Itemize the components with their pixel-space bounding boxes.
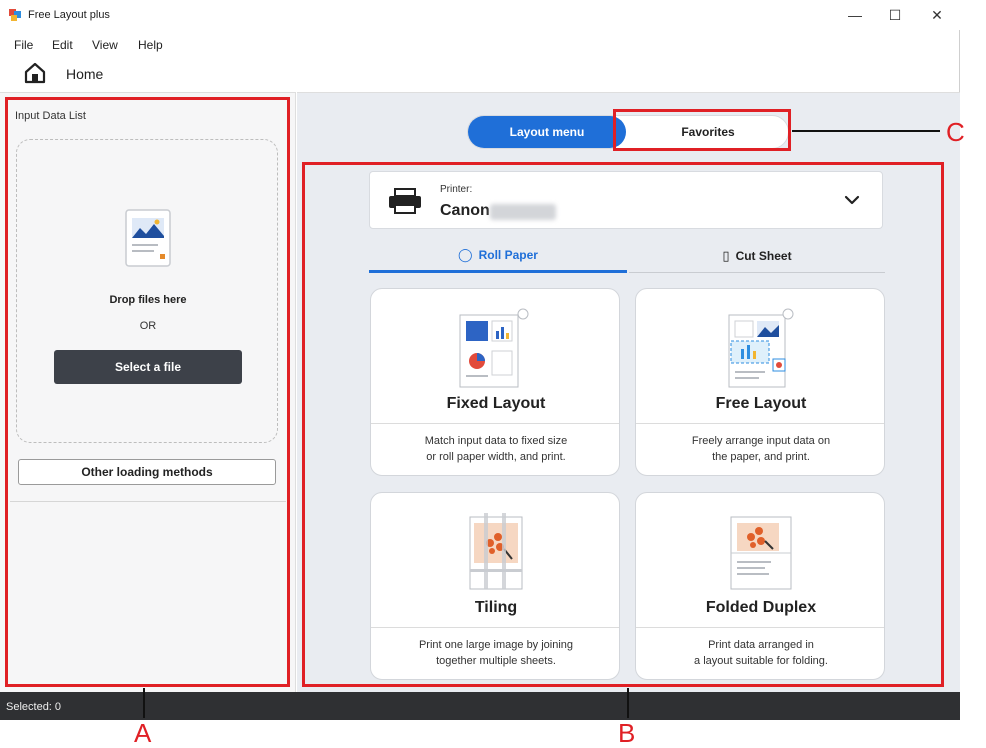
callout-line-b: [627, 688, 629, 718]
menu-edit[interactable]: Edit: [52, 38, 73, 52]
home-label[interactable]: Home: [66, 66, 103, 82]
callout-label-c: C: [946, 117, 965, 147]
selected-count: Selected: 0: [6, 701, 62, 713]
callout-label-b: B: [618, 718, 636, 748]
callout-line-a: [143, 688, 145, 718]
callout-box-a: [5, 97, 290, 687]
callout-box-c: [613, 109, 791, 151]
menu-view[interactable]: View: [92, 38, 118, 52]
menu-help[interactable]: Help: [138, 38, 163, 52]
app-icon: [9, 9, 21, 21]
home-bar: Home: [0, 58, 960, 92]
maximize-button[interactable]: ☐: [882, 4, 908, 26]
window-title: Free Layout plus: [28, 9, 110, 21]
callout-label-a: A: [134, 718, 152, 748]
title-bar: Free Layout plus — ☐ ✕: [0, 0, 960, 30]
menu-file[interactable]: File: [14, 38, 33, 52]
callout-box-b: [302, 162, 944, 687]
close-button[interactable]: ✕: [924, 4, 950, 26]
tab-layout-menu[interactable]: Layout menu: [468, 116, 626, 148]
minimize-button[interactable]: —: [842, 4, 868, 26]
callout-line-c: [792, 130, 940, 132]
home-icon[interactable]: [24, 62, 46, 84]
screenshot: Free Layout plus — ☐ ✕ File Edit View He…: [0, 0, 986, 748]
